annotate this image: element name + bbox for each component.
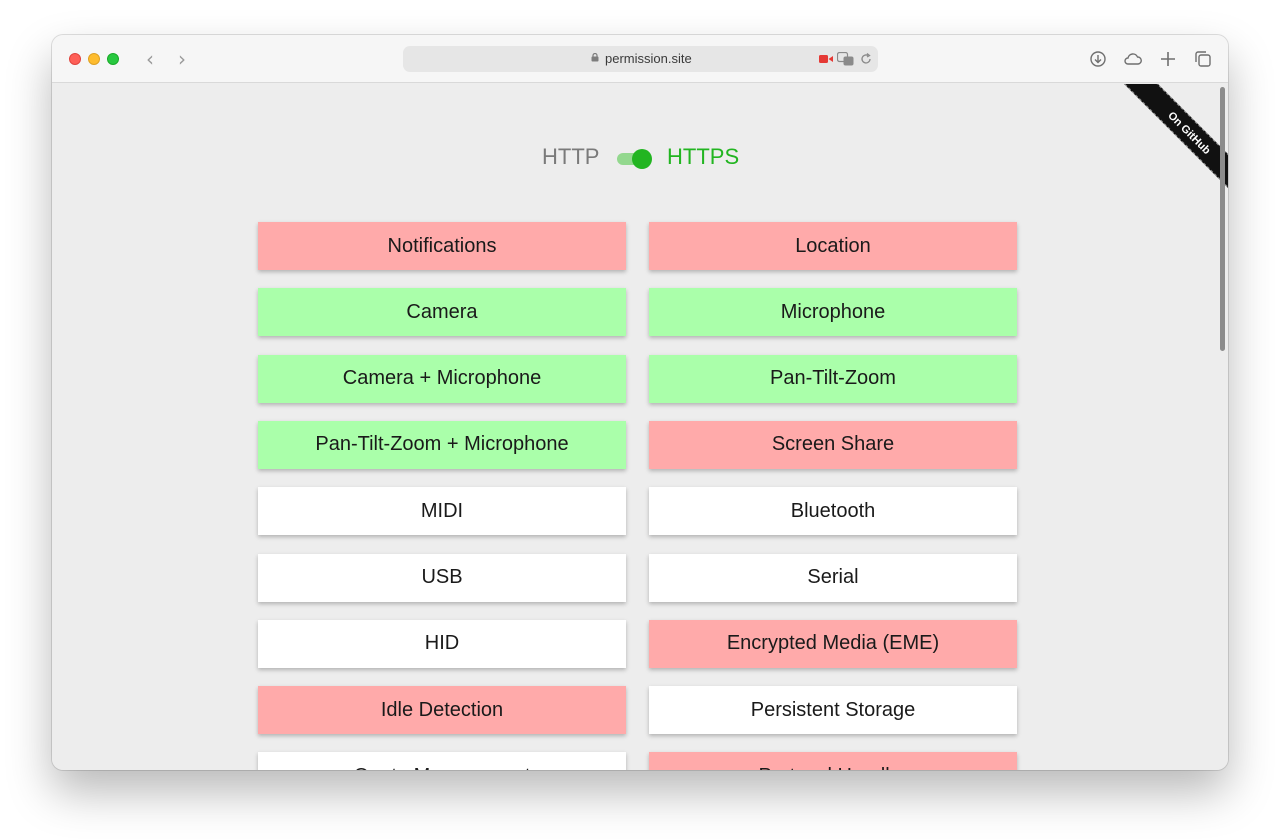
- reload-icon[interactable]: [859, 52, 873, 66]
- protocol-toggle-row: HTTP HTTPS: [52, 142, 1228, 172]
- permission-button-midi[interactable]: MIDI: [258, 487, 626, 536]
- permission-button-protocol-handler[interactable]: Protocol Handler: [649, 752, 1017, 770]
- permission-button-pan-tilt-zoom-microphone[interactable]: Pan-Tilt-Zoom + Microphone: [258, 420, 626, 469]
- permission-button-quota-management[interactable]: Quota Management: [258, 752, 626, 770]
- permission-button-serial[interactable]: Serial: [649, 553, 1017, 602]
- permission-button-camera[interactable]: Camera: [258, 288, 626, 337]
- permission-button-notifications[interactable]: Notifications: [258, 222, 626, 270]
- permission-button-microphone[interactable]: Microphone: [649, 288, 1017, 337]
- permission-button-bluetooth[interactable]: Bluetooth: [649, 487, 1017, 536]
- permission-button-camera-microphone[interactable]: Camera + Microphone: [258, 354, 626, 403]
- tab-overview-icon[interactable]: [1193, 49, 1213, 69]
- permission-button-usb[interactable]: USB: [258, 553, 626, 602]
- https-label[interactable]: HTTPS: [667, 144, 739, 170]
- lock-icon: [591, 53, 599, 62]
- url-text: permission.site: [605, 51, 692, 66]
- scrollbar[interactable]: [1220, 87, 1225, 351]
- forward-button[interactable]: ›: [171, 47, 193, 71]
- zoom-window-button[interactable]: [107, 53, 119, 65]
- browser-toolbar: ‹ › permission.site: [52, 35, 1228, 83]
- permission-button-hid[interactable]: HID: [258, 619, 626, 668]
- permission-button-encrypted-media-eme[interactable]: Encrypted Media (EME): [649, 619, 1017, 668]
- address-bar[interactable]: permission.site: [403, 46, 878, 72]
- protocol-switch[interactable]: [617, 148, 653, 169]
- permission-button-persistent-storage[interactable]: Persistent Storage: [649, 686, 1017, 735]
- camera-in-use-icon[interactable]: [819, 54, 833, 64]
- permission-button-location[interactable]: Location: [649, 222, 1017, 270]
- icloud-tabs-icon[interactable]: [1123, 49, 1143, 69]
- switch-knob: [632, 149, 652, 169]
- download-icon[interactable]: [1088, 49, 1108, 69]
- permission-button-screen-share[interactable]: Screen Share: [649, 420, 1017, 469]
- close-window-button[interactable]: [69, 53, 81, 65]
- translate-icon[interactable]: [837, 52, 855, 66]
- http-label[interactable]: HTTP: [542, 144, 599, 170]
- page-content: On GitHub HTTP HTTPS Notifications Locati…: [52, 84, 1228, 770]
- new-tab-icon[interactable]: [1158, 49, 1178, 69]
- permission-button-pan-tilt-zoom[interactable]: Pan-Tilt-Zoom: [649, 354, 1017, 403]
- browser-window: ‹ › permission.site On GitHub HTTP HTTPS…: [52, 35, 1228, 770]
- back-button[interactable]: ‹: [139, 47, 161, 71]
- minimize-window-button[interactable]: [88, 53, 100, 65]
- permission-button-idle-detection[interactable]: Idle Detection: [258, 686, 626, 735]
